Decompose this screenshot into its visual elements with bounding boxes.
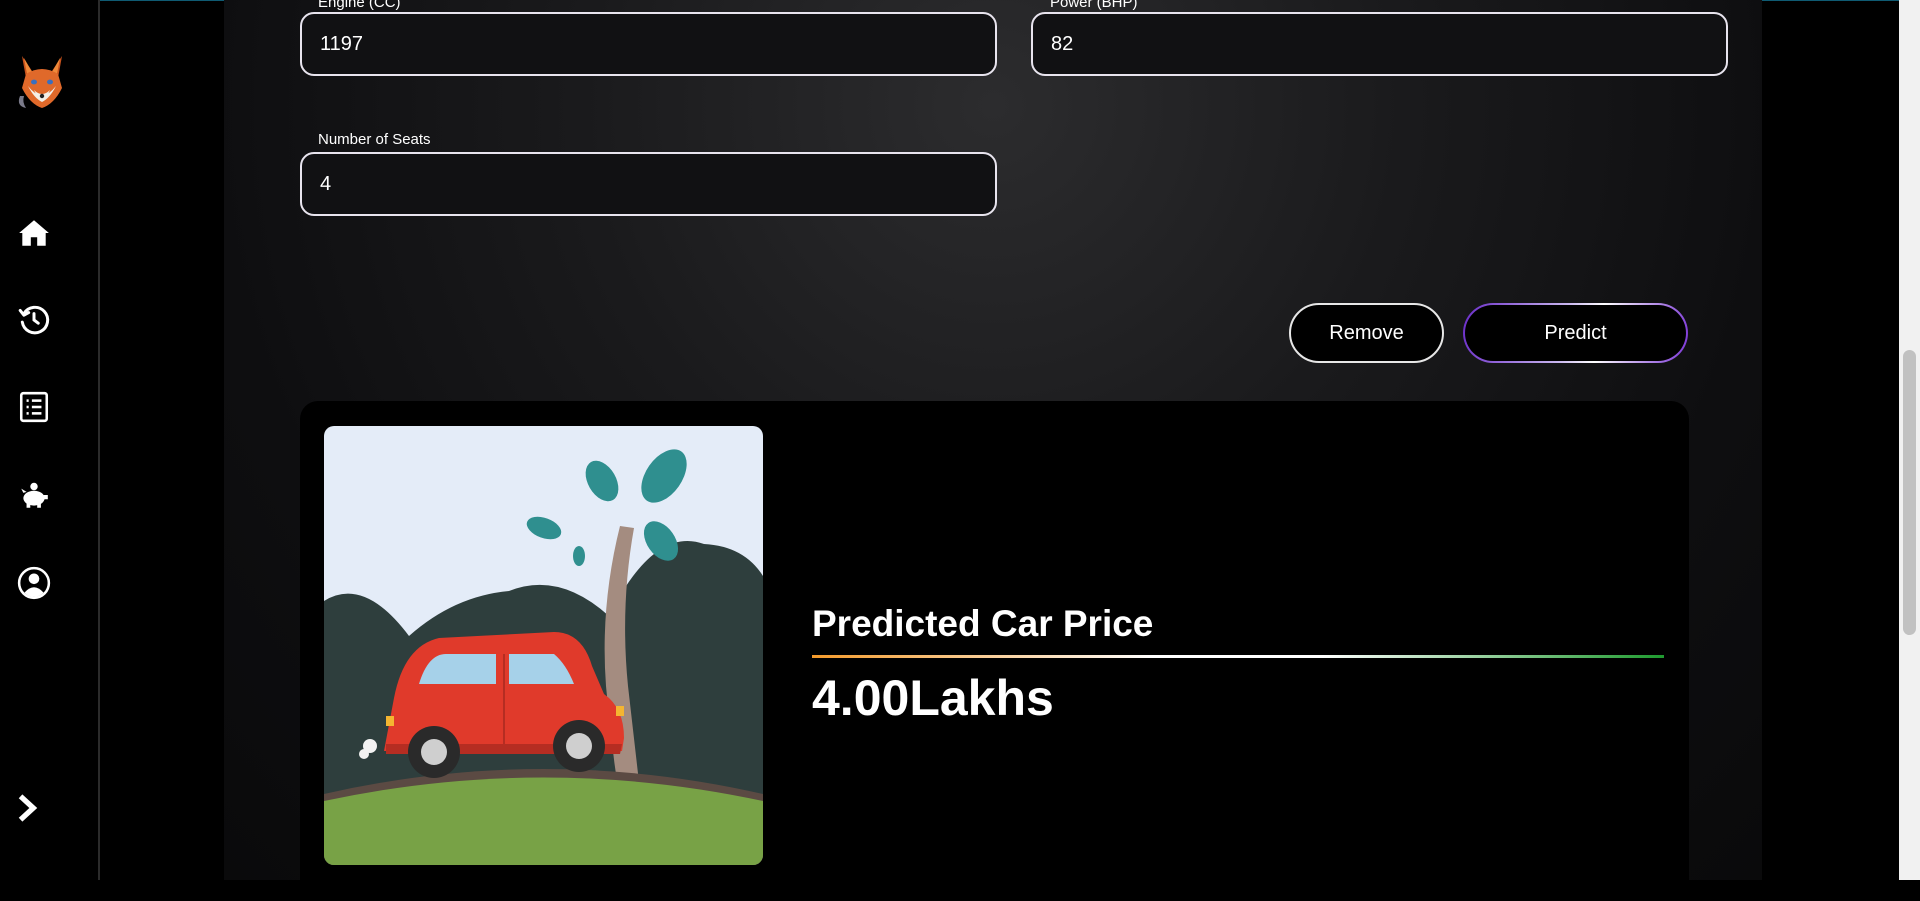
predicted-price: 4.00Lakhs — [812, 670, 1054, 726]
car-illustration — [324, 426, 763, 865]
result-card: Predicted Car Price 4.00Lakhs — [300, 401, 1689, 901]
page-scrollbar[interactable] — [1899, 0, 1920, 880]
power-input[interactable]: 82 — [1031, 12, 1728, 76]
user-icon[interactable] — [16, 565, 52, 601]
home-icon[interactable] — [16, 215, 52, 251]
list-icon[interactable] — [16, 389, 52, 425]
power-label: Power (BHP) — [1050, 0, 1138, 11]
piggy-bank-icon[interactable] — [16, 477, 52, 513]
fox-logo-icon[interactable] — [14, 52, 70, 110]
engine-label: Engine (CC) — [318, 0, 401, 11]
seats-label: Number of Seats — [318, 131, 431, 148]
sidebar — [0, 0, 100, 880]
tricolor-divider — [812, 655, 1664, 658]
engine-input[interactable]: 1197 — [300, 12, 997, 76]
history-icon[interactable] — [16, 302, 52, 338]
chevron-right-icon[interactable] — [10, 790, 46, 826]
result-title: Predicted Car Price — [812, 603, 1154, 644]
seats-input[interactable]: 4 — [300, 152, 997, 216]
scrollbar-thumb[interactable] — [1903, 350, 1916, 635]
predict-button[interactable]: Predict — [1463, 303, 1688, 363]
remove-button[interactable]: Remove — [1289, 303, 1444, 363]
